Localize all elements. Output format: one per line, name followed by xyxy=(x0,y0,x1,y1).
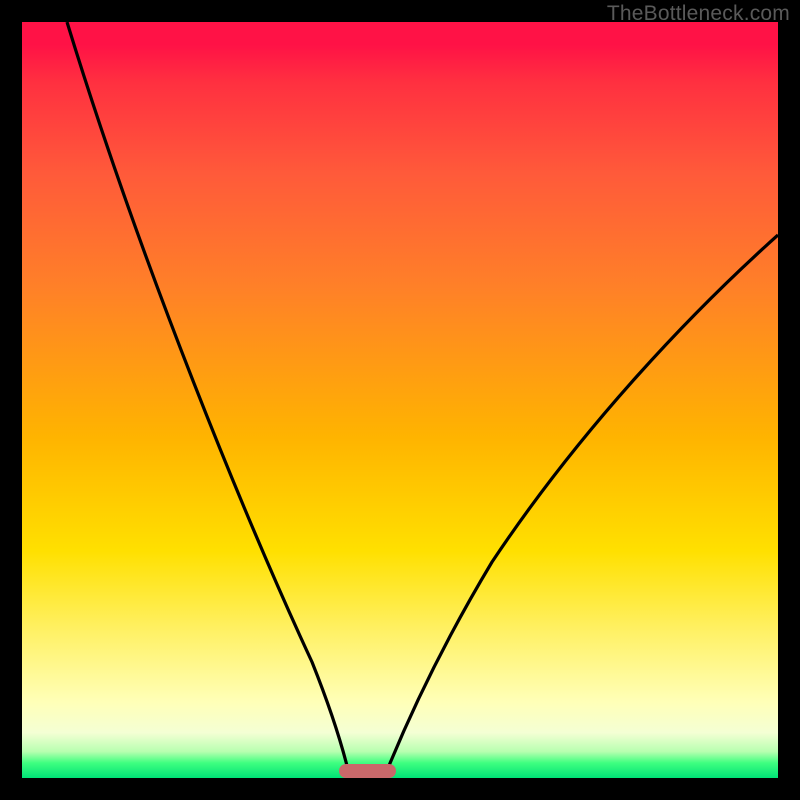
plot-frame xyxy=(22,22,778,778)
right-curve xyxy=(384,235,778,778)
watermark-text: TheBottleneck.com xyxy=(607,2,790,26)
left-curve xyxy=(67,22,350,778)
curves-layer xyxy=(22,22,778,778)
optimal-range-marker xyxy=(339,764,396,778)
